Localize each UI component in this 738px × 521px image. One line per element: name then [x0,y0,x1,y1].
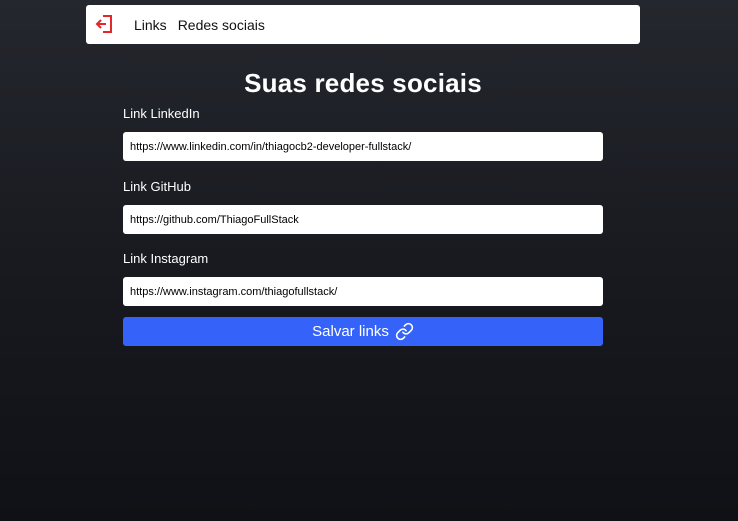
save-links-label: Salvar links [312,323,389,340]
logout-button[interactable] [95,14,115,34]
page-title: Suas redes sociais [244,68,482,98]
linkedin-label: Link LinkedIn [123,106,200,121]
nav-link-redes-sociais[interactable]: Redes sociais [178,17,265,33]
instagram-label: Link Instagram [123,251,209,266]
logout-icon [95,15,112,33]
github-input[interactable] [123,205,603,234]
github-label: Link GitHub [123,179,191,194]
link-icon [395,322,414,341]
instagram-input[interactable] [123,277,603,306]
nav-link-links[interactable]: Links [134,17,167,33]
linkedin-input[interactable] [123,132,603,161]
main-nav: Links Redes sociais [134,5,265,44]
save-links-button[interactable]: Salvar links [123,317,603,346]
top-header: Links Redes sociais [86,5,640,44]
